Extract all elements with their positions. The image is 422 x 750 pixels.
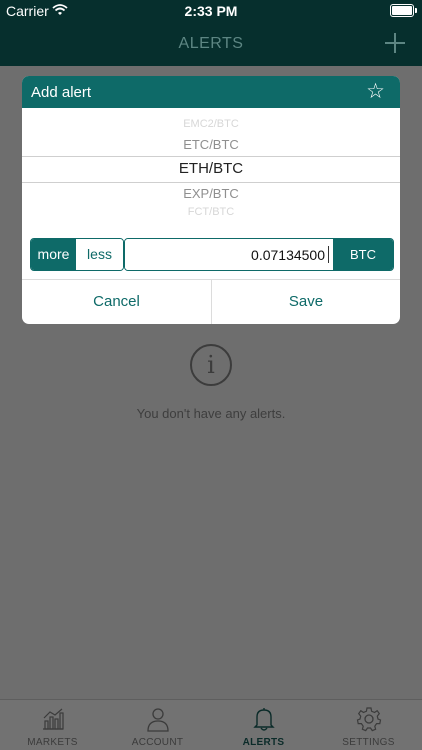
- tab-alerts[interactable]: ALERTS: [211, 700, 316, 750]
- page-title: ALERTS: [178, 35, 244, 52]
- tab-bar: MARKETS ACCOUNT ALERTS SETTINGS: [0, 699, 422, 750]
- plus-icon[interactable]: [384, 28, 406, 60]
- bar-chart-icon: [0, 706, 105, 732]
- dialog-header: Add alert ☆: [22, 76, 400, 108]
- tab-account[interactable]: ACCOUNT: [105, 700, 210, 750]
- status-bar: Carrier 2:33 PM: [0, 0, 422, 22]
- cancel-button[interactable]: Cancel: [22, 280, 211, 324]
- less-button[interactable]: less: [76, 239, 123, 270]
- clock: 2:33 PM: [184, 3, 238, 19]
- picker-item[interactable]: ETC/BTC: [22, 137, 400, 152]
- picker-item[interactable]: FCT/BTC: [22, 206, 400, 218]
- add-alert-dialog: Add alert ☆ EMC2/BTC ETC/BTC ETH/BTC EXP…: [22, 76, 400, 324]
- tab-markets[interactable]: MARKETS: [0, 700, 105, 750]
- amount-field-group: BTC: [124, 238, 394, 271]
- amount-input[interactable]: [125, 239, 329, 270]
- gear-icon: [316, 706, 421, 732]
- save-button[interactable]: Save: [212, 280, 400, 324]
- bell-icon: [211, 706, 316, 732]
- person-icon: [105, 706, 210, 732]
- dialog-title: Add alert: [31, 84, 92, 101]
- nav-bar: ALERTS: [0, 22, 422, 66]
- tab-label: MARKETS: [27, 737, 78, 748]
- pair-picker[interactable]: EMC2/BTC ETC/BTC ETH/BTC EXP/BTC FCT/BTC: [22, 114, 400, 222]
- empty-state-message: You don't have any alerts.: [136, 406, 286, 421]
- alert-condition-controls: more less BTC: [30, 238, 394, 271]
- tab-label: SETTINGS: [342, 737, 395, 748]
- picker-item[interactable]: EXP/BTC: [22, 186, 400, 201]
- tab-label: ALERTS: [242, 737, 285, 748]
- tab-settings[interactable]: SETTINGS: [316, 700, 421, 750]
- unit-label: BTC: [333, 239, 393, 270]
- more-button[interactable]: more: [31, 239, 76, 270]
- tab-label: ACCOUNT: [131, 737, 184, 748]
- picker-selection-bottom-line: [22, 182, 400, 183]
- direction-segmented-control: more less: [30, 238, 124, 271]
- text-caret: [328, 246, 329, 263]
- star-outline-icon[interactable]: ☆: [366, 81, 385, 102]
- picker-item-selected[interactable]: ETH/BTC: [22, 160, 400, 177]
- picker-item[interactable]: EMC2/BTC: [22, 118, 400, 130]
- picker-selection-top-line: [22, 156, 400, 157]
- info-circle-icon: i: [190, 344, 232, 386]
- battery-icon: [390, 4, 417, 17]
